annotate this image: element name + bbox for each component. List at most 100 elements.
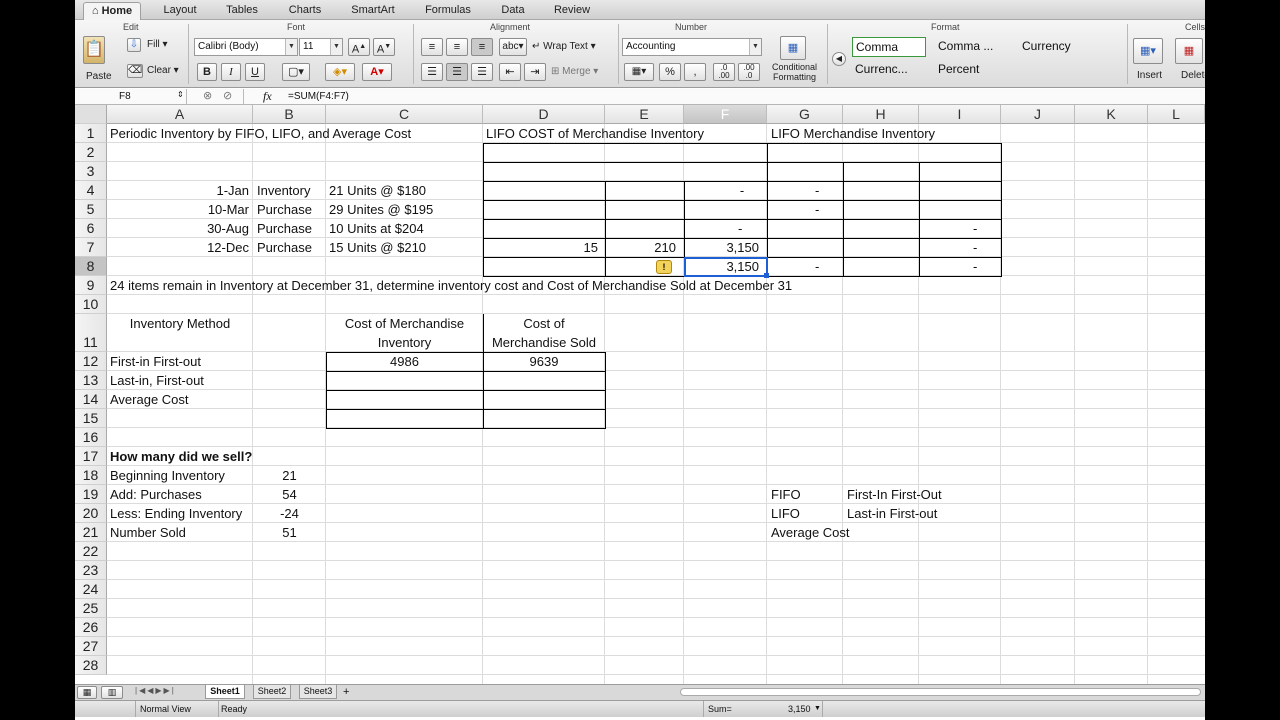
row-header-24[interactable]: 24 [75,580,107,599]
delete-button[interactable]: Delete [1181,67,1205,86]
cell-d11-line2[interactable]: Merchandise Sold [483,333,605,352]
name-box[interactable]: F8 [75,89,187,104]
cell-d7[interactable]: 15 [484,238,598,257]
italic-icon[interactable]: I [221,63,241,81]
row-header-12[interactable]: 12 [75,352,107,371]
align-left-icon[interactable]: ☰ [421,63,443,81]
cell-g8[interactable]: - [815,257,819,276]
scroll-left-icon[interactable]: ◀ [832,52,846,66]
row-header-18[interactable]: 18 [75,466,107,485]
column-header-e[interactable]: E [605,105,684,124]
cell-h19[interactable]: First-In First-Out [847,485,942,504]
formula-input[interactable]: =SUM(F4:F7) [288,89,349,104]
row-header-9[interactable]: 9 [75,276,107,295]
column-header-g[interactable]: G [767,105,843,124]
sheet-tab-3[interactable]: Sheet3 [299,685,337,699]
tab-smartart[interactable]: SmartArt [345,2,401,20]
row-header-13[interactable]: 13 [75,371,107,390]
row-header-14[interactable]: 14 [75,390,107,409]
tab-layout[interactable]: Layout [155,2,205,20]
cell-b7[interactable]: Purchase [257,238,312,257]
cell-c4[interactable]: 21 Units @ $180 [329,181,426,200]
cell-a13[interactable]: Last-in, First-out [110,371,204,390]
cell-a1[interactable]: Periodic Inventory by FIFO, LIFO, and Av… [110,124,411,143]
row-header-10[interactable]: 10 [75,295,107,314]
paste-icon[interactable]: 📋 [83,36,105,64]
column-header-k[interactable]: K [1075,105,1148,124]
number-format-icon[interactable]: ▦▾ [624,63,654,81]
delete-cells-icon[interactable]: ▦ [1175,38,1203,64]
column-header-j[interactable]: J [1001,105,1075,124]
cell-i7[interactable]: - [973,238,977,257]
insert-cells-icon[interactable]: ▦▾ [1133,38,1163,64]
cell-g19[interactable]: FIFO [771,485,801,504]
fill-color-icon[interactable]: ◈▾ [325,63,355,81]
bold-icon[interactable]: B [197,63,217,81]
select-all-corner[interactable] [75,105,107,124]
merge-button[interactable]: ⊞ Merge ▾ [551,63,598,82]
font-size-select[interactable]: 11 ▼ [299,38,343,56]
align-bottom-icon[interactable]: ≡ [471,38,493,56]
cell-g21[interactable]: Average Cost [771,523,850,542]
cell-b4[interactable]: Inventory [257,181,310,200]
cell-d1[interactable]: LIFO COST of Merchandise Inventory [486,124,704,143]
spreadsheet-grid[interactable]: ABCDEFGHIJKL 1 2 3 4 5 6 7 8 9 10 11 12 13 14 15 16 17 18… [75,105,1205,685]
cell-d12[interactable]: 9639 [483,352,605,371]
cell-a5[interactable]: 10-Mar [108,200,252,219]
tab-review[interactable]: Review [549,2,595,20]
row-header-20[interactable]: 20 [75,504,107,523]
style-comma[interactable]: Comma [852,37,926,57]
conditional-formatting-button[interactable]: Conditional Formatting [772,62,817,82]
decrease-indent-icon[interactable]: ⇤ [499,63,521,81]
comma-style-icon[interactable]: , [684,63,706,81]
cell-b6[interactable]: Purchase [257,219,312,238]
cell-a11[interactable]: Inventory Method [108,314,252,333]
font-color-icon[interactable]: A▾ [362,63,392,81]
column-header-f[interactable]: F [684,105,767,124]
cell-i8[interactable]: - [973,257,977,276]
column-header-l[interactable]: L [1148,105,1205,124]
cell-a6[interactable]: 30-Aug [108,219,252,238]
sheet-navigation-icon[interactable]: |◀◀▶▶| [135,686,176,695]
cell-c5[interactable]: 29 Unites @ $195 [329,200,433,219]
confirm-icon[interactable]: ⊘ [223,89,232,104]
font-name-select[interactable]: Calibri (Body) ▼ [194,38,298,56]
row-header-25[interactable]: 25 [75,599,107,618]
row-header-8[interactable]: 8 [75,257,107,276]
cell-a9[interactable]: 24 items remain in Inventory at December… [110,276,792,295]
cell-g4-value[interactable]: - [815,181,819,200]
percent-icon[interactable]: % [659,63,681,81]
cell-a4[interactable]: 1-Jan [108,181,252,200]
cell-a14[interactable]: Average Cost [110,390,189,409]
cell-g5[interactable]: - [815,200,819,219]
column-header-c[interactable]: C [326,105,483,124]
row-header-3[interactable]: 3 [75,162,107,181]
insert-button[interactable]: Insert [1137,67,1162,86]
align-center-icon[interactable]: ☰ [446,63,468,81]
style-percent[interactable]: Percent [935,60,1011,80]
tab-charts[interactable]: Charts [283,2,327,20]
column-header-d[interactable]: D [483,105,605,124]
tab-data[interactable]: Data [495,2,531,20]
decrease-decimal-icon[interactable]: .00.0 [738,63,760,81]
add-sheet-icon[interactable]: + [343,685,349,699]
row-header-4[interactable]: 4 [75,181,107,200]
row-header-6[interactable]: 6 [75,219,107,238]
row-header-19[interactable]: 19 [75,485,107,504]
number-format-select[interactable]: Accounting ▼ [622,38,762,56]
row-header-7[interactable]: 7 [75,238,107,257]
cell-h20[interactable]: Last-in First-out [847,504,937,523]
cell-b5[interactable]: Purchase [257,200,312,219]
fill-button[interactable]: Fill ▾ [147,36,168,55]
wrap-text-button[interactable]: ↵ Wrap Text ▾ [532,38,596,57]
row-header-23[interactable]: 23 [75,561,107,580]
row-header-5[interactable]: 5 [75,200,107,219]
stepper-icon[interactable]: ⇕ [177,90,184,99]
cell-a21[interactable]: Number Sold [110,523,186,542]
align-right-icon[interactable]: ☰ [471,63,493,81]
row-header-21[interactable]: 21 [75,523,107,542]
sheet-tab-2[interactable]: Sheet2 [253,685,291,699]
style-comma-0[interactable]: Comma ... [935,37,1011,57]
cell-c11-line2[interactable]: Inventory [326,333,483,352]
page-layout-view-icon[interactable]: ▥ [101,686,123,699]
